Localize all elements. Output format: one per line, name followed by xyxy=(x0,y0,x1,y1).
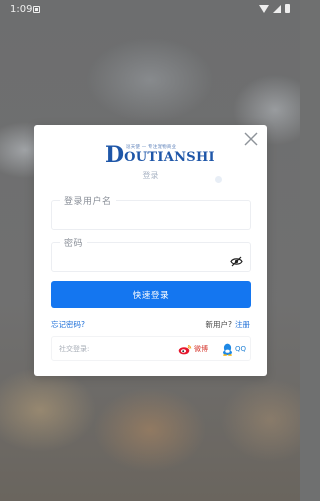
notification-icon xyxy=(33,6,40,13)
login-dialog: 逗天使 — 专注宠物商业 DOUTIANSHI 登录 登录用户名 密码 快速登录… xyxy=(34,125,267,376)
qq-login-button[interactable]: QQ xyxy=(222,341,246,357)
battery-icon xyxy=(285,4,290,13)
password-input[interactable] xyxy=(60,249,220,265)
social-login-label: 社交登录: xyxy=(59,345,90,353)
weibo-login-button[interactable]: 微博 xyxy=(178,341,208,357)
logo-wordmark: DOUTIANSHI xyxy=(105,144,215,166)
social-login-box: 社交登录: 微博 QQ xyxy=(51,336,251,361)
status-icons xyxy=(259,4,290,13)
wifi-icon xyxy=(259,4,269,13)
qq-penguin-icon xyxy=(223,343,232,356)
forgot-password-link[interactable]: 忘记密码? xyxy=(51,319,85,330)
register-link[interactable]: 注册 xyxy=(235,319,250,330)
logo-rest-text: OUTIANSHI xyxy=(124,150,215,165)
status-time: 1:09 xyxy=(10,4,33,15)
eye-off-icon[interactable] xyxy=(230,252,243,267)
password-label: 密码 xyxy=(60,236,88,249)
brand-logo: 逗天使 — 专注宠物商业 DOUTIANSHI xyxy=(105,142,225,170)
qq-label: QQ xyxy=(235,345,247,353)
username-field[interactable]: 登录用户名 xyxy=(51,194,251,230)
signal-icon xyxy=(273,4,281,13)
status-bar: 1:09 xyxy=(0,0,300,22)
decorative-dot xyxy=(215,176,222,183)
password-field[interactable]: 密码 xyxy=(51,236,251,272)
new-user-text: 新用户? xyxy=(205,320,232,329)
new-user-row: 新用户? 注册 xyxy=(206,319,250,330)
username-input[interactable] xyxy=(60,207,220,223)
weibo-icon xyxy=(178,344,192,354)
weibo-label: 微博 xyxy=(194,345,208,353)
logo-big-letter: D xyxy=(105,142,125,168)
quick-login-button[interactable]: 快速登录 xyxy=(51,281,251,308)
username-label: 登录用户名 xyxy=(60,194,116,207)
dialog-title: 登录 xyxy=(142,171,159,180)
close-icon[interactable] xyxy=(242,130,260,148)
